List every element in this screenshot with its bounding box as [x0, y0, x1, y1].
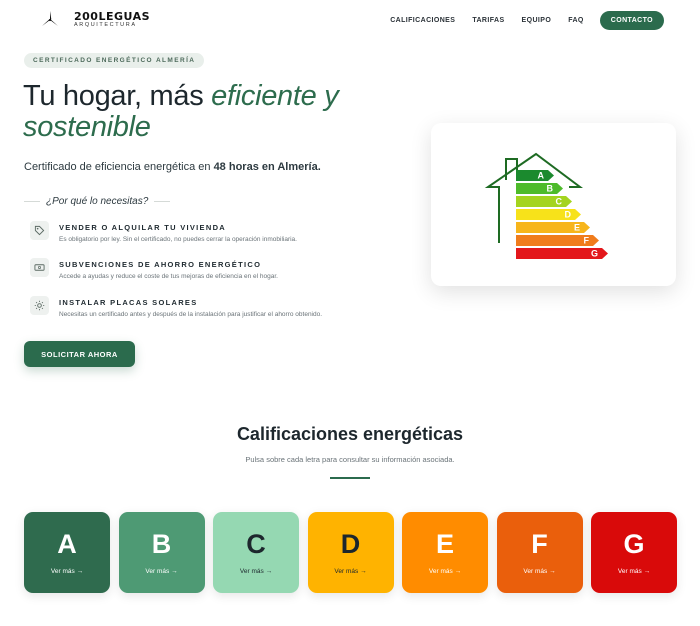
brand-subtitle: ARQUITECTURA	[74, 22, 137, 29]
ratings-divider	[330, 477, 370, 479]
reason-item-subsidies: SUBVENCIONES DE AHORRO ENERGÉTICO Accede…	[30, 258, 278, 280]
energy-bar-d	[516, 209, 581, 220]
arrow-right-icon: →	[643, 568, 651, 575]
request-now-button[interactable]: SOLICITAR AHORA	[24, 341, 135, 367]
energy-bar-label: A	[538, 171, 545, 181]
see-more-link[interactable]: Ver más →	[145, 568, 177, 575]
see-more-link[interactable]: Ver más →	[618, 568, 650, 575]
energy-bar-label: G	[591, 249, 598, 259]
rating-letter: D	[340, 529, 361, 559]
energy-bar-label: B	[547, 184, 554, 194]
rating-letter: E	[435, 529, 454, 559]
see-more-link[interactable]: Ver más →	[523, 568, 555, 575]
rating-card-f[interactable]: F Ver más →	[496, 512, 583, 593]
hero-title: Tu hogar, más eficiente y sostenible	[23, 81, 383, 143]
arrow-right-icon: →	[76, 568, 84, 575]
energy-rating-card: ABCDEFG	[431, 123, 676, 286]
energy-bar-label: F	[584, 236, 590, 246]
sun-icon	[30, 296, 49, 315]
hero-subtitle-prefix: Certificado de eficiencia energética en	[24, 161, 214, 173]
see-more-link[interactable]: Ver más →	[240, 568, 272, 575]
hero-badge: CERTIFICADO ENERGÉTICO ALMERÍA	[24, 53, 205, 68]
reason-description: Es obligatorio por ley. Sin el certifica…	[59, 236, 297, 243]
energy-house-illustration: ABCDEFG	[484, 152, 608, 259]
rating-card-g[interactable]: G Ver más →	[591, 512, 677, 593]
energy-bar-label: E	[574, 223, 580, 233]
reason-title: SUBVENCIONES DE AHORRO ENERGÉTICO	[59, 260, 262, 269]
reason-description: Necesitas un certificado antes y después…	[59, 311, 323, 318]
why-divider-left	[24, 201, 40, 202]
see-more-link[interactable]: Ver más →	[429, 568, 461, 575]
rating-letter: A	[57, 529, 77, 559]
arrow-right-icon: →	[549, 568, 556, 575]
hero-title-plain: Tu hogar, más	[23, 80, 212, 112]
reason-item-solar: INSTALAR PLACAS SOLARES Necesitas un cer…	[30, 296, 322, 318]
rating-letter: B	[151, 529, 172, 559]
reason-item-sell-rent: VENDER O ALQUILAR TU VIVIENDA Es obligat…	[30, 221, 297, 243]
tag-icon	[30, 221, 49, 240]
windmill-logo-icon	[42, 11, 58, 26]
rating-card-c[interactable]: C Ver más →	[213, 512, 299, 593]
nav-link-calificaciones[interactable]: CALIFICACIONES	[390, 17, 455, 24]
energy-bar-a	[516, 170, 554, 181]
nav-link-faq[interactable]: FAQ	[568, 17, 584, 24]
hero-subtitle-bold: 48 horas en Almería.	[213, 161, 321, 173]
ratings-title: Calificaciones energéticas	[236, 424, 464, 444]
arrow-right-icon: →	[171, 568, 178, 575]
energy-bar-label: D	[565, 210, 572, 220]
energy-bar-label: C	[556, 197, 563, 207]
arrow-right-icon: →	[454, 568, 462, 575]
rating-card-a[interactable]: A Ver más →	[24, 512, 110, 593]
nav-link-tarifas[interactable]: TARIFAS	[472, 17, 504, 24]
brand-name: 200LEGUAS	[74, 10, 151, 24]
rating-card-d[interactable]: D Ver más →	[307, 512, 394, 593]
main-nav: CALIFICACIONES TARIFAS EQUIPO FAQ CONTAC…	[373, 11, 664, 30]
contact-button[interactable]: CONTACTO	[599, 11, 664, 30]
rating-letter: F	[531, 529, 548, 559]
energy-bar-c	[516, 196, 572, 207]
money-icon	[30, 258, 49, 277]
energy-bar-b	[516, 183, 563, 194]
rating-letter: G	[623, 529, 645, 559]
see-more-link[interactable]: Ver más →	[334, 568, 366, 575]
reason-title: INSTALAR PLACAS SOLARES	[59, 298, 198, 307]
rating-card-e[interactable]: E Ver más →	[402, 512, 488, 593]
why-divider-right	[154, 201, 171, 202]
ratings-cards: A Ver más → B Ver más → C Ver más → D Ve…	[24, 512, 677, 593]
arrow-right-icon: →	[360, 568, 367, 575]
arrow-right-icon: →	[265, 568, 273, 575]
hero-subtitle: Certificado de eficiencia energética en …	[24, 161, 321, 173]
site-header: 200LEGUAS ARQUITECTURA CALIFICACIONES TA…	[0, 0, 700, 40]
house-chimney	[505, 158, 518, 180]
reason-title: VENDER O ALQUILAR TU VIVIENDA	[59, 223, 227, 232]
nav-link-equipo[interactable]: EQUIPO	[522, 17, 552, 24]
why-title: ¿Por qué lo necesitas?	[46, 196, 149, 207]
ratings-subtitle: Pulsa sobre cada letra para consultar su…	[245, 455, 455, 464]
brand-logo[interactable]: 200LEGUAS ARQUITECTURA	[40, 10, 150, 30]
see-more-link[interactable]: Ver más →	[51, 568, 83, 575]
rating-letter: C	[246, 529, 266, 559]
reason-description: Accede a ayudas y reduce el coste de tus…	[59, 273, 278, 280]
rating-card-b[interactable]: B Ver más →	[118, 512, 205, 593]
why-heading: ¿Por qué lo necesitas?	[24, 196, 354, 207]
